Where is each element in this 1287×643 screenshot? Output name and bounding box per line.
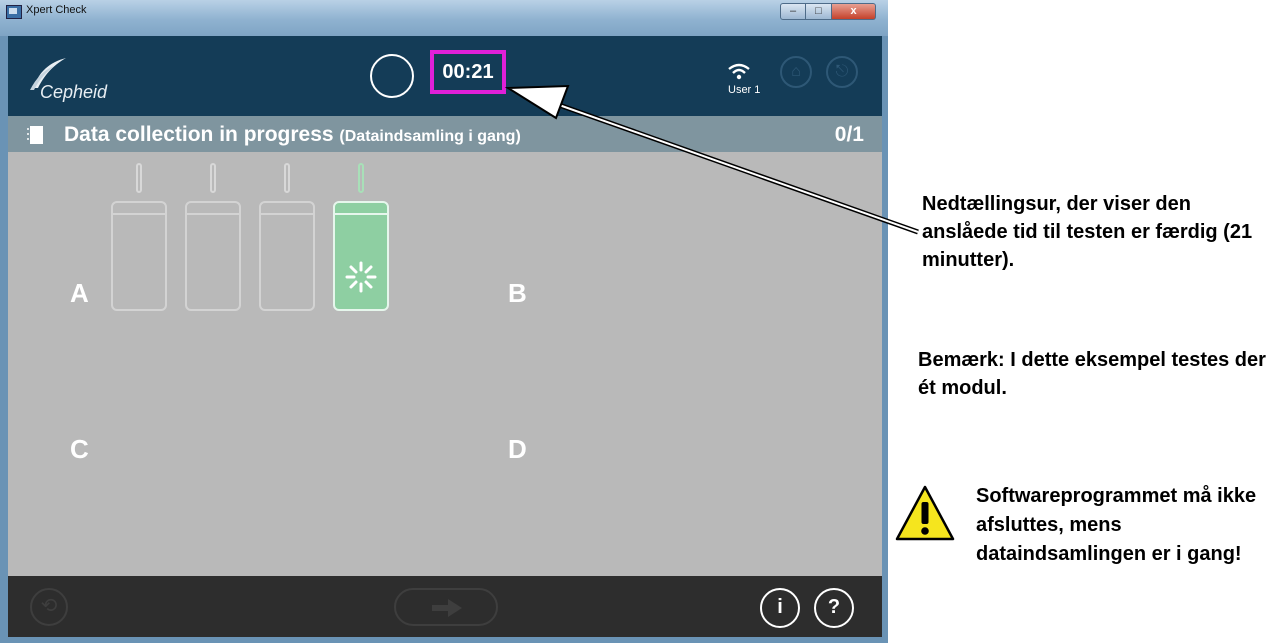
warning-icon	[895, 485, 955, 541]
cartridge-icon	[27, 126, 43, 144]
timer-annotation: Nedtællingsur, der viser den anslåede ti…	[922, 193, 1253, 271]
module-1-indicator	[136, 163, 142, 193]
app-header: Cepheid 00:21 User 1 ⌂ ⎋	[8, 36, 882, 116]
module-2[interactable]	[185, 201, 241, 311]
home-icon[interactable]: ⌂	[780, 56, 812, 88]
module-3-indicator	[284, 163, 290, 193]
warning-annotation: Softwareprogrammet må ikke afsluttes, me…	[976, 485, 1257, 565]
minimize-button[interactable]: –	[780, 3, 806, 20]
bottom-toolbar: ⟲ i ?	[8, 576, 882, 637]
close-button[interactable]: x	[832, 3, 876, 20]
module-group-d-label: D	[508, 434, 527, 464]
arrow-right-icon	[432, 599, 462, 617]
module-group-b-label: B	[508, 278, 527, 308]
info-button[interactable]: i	[760, 588, 800, 628]
timer-highlight: 00:21	[430, 50, 506, 94]
module-1[interactable]	[111, 201, 167, 311]
window-controls: – □ x	[780, 3, 876, 20]
window-title: Xpert Check	[26, 4, 87, 16]
countdown-timer: 00:21	[442, 61, 494, 83]
app-window: Xpert Check – □ x Cepheid 00:21 User 1 ⌂…	[0, 0, 888, 643]
progress-ring	[370, 54, 414, 98]
user-label: User 1	[728, 84, 761, 96]
status-bar: Data collection in progress (Dataindsaml…	[8, 116, 882, 152]
help-button[interactable]: ?	[814, 588, 854, 628]
next-button[interactable]	[394, 588, 498, 626]
note-annotation: Bemærk: I dette eksempel testes der ét m…	[918, 349, 1266, 399]
maximize-button[interactable]: □	[806, 3, 832, 20]
status-text: Data collection in progress (Dataindsaml…	[64, 123, 521, 147]
app-icon	[6, 5, 22, 19]
spinner-icon	[345, 261, 377, 293]
wifi-icon	[728, 63, 750, 80]
status-count: 0/1	[834, 123, 864, 146]
status-subtitle: (Dataindsamling i gang)	[339, 128, 521, 145]
exit-icon[interactable]: ⎋	[826, 56, 858, 88]
logo-text: Cepheid	[40, 82, 108, 102]
module-group-a-label: A	[70, 278, 89, 308]
app-content: Cepheid 00:21 User 1 ⌂ ⎋ Data collection…	[8, 36, 882, 637]
module-3[interactable]	[259, 201, 315, 311]
window-titlebar: Xpert Check – □ x	[0, 0, 888, 36]
module-group-c-label: C	[70, 434, 89, 464]
refresh-icon[interactable]: ⟲	[30, 588, 68, 626]
status-title: Data collection in progress	[64, 123, 334, 146]
module-4-indicator	[358, 163, 364, 193]
module-2-indicator	[210, 163, 216, 193]
module-4[interactable]	[333, 201, 389, 311]
